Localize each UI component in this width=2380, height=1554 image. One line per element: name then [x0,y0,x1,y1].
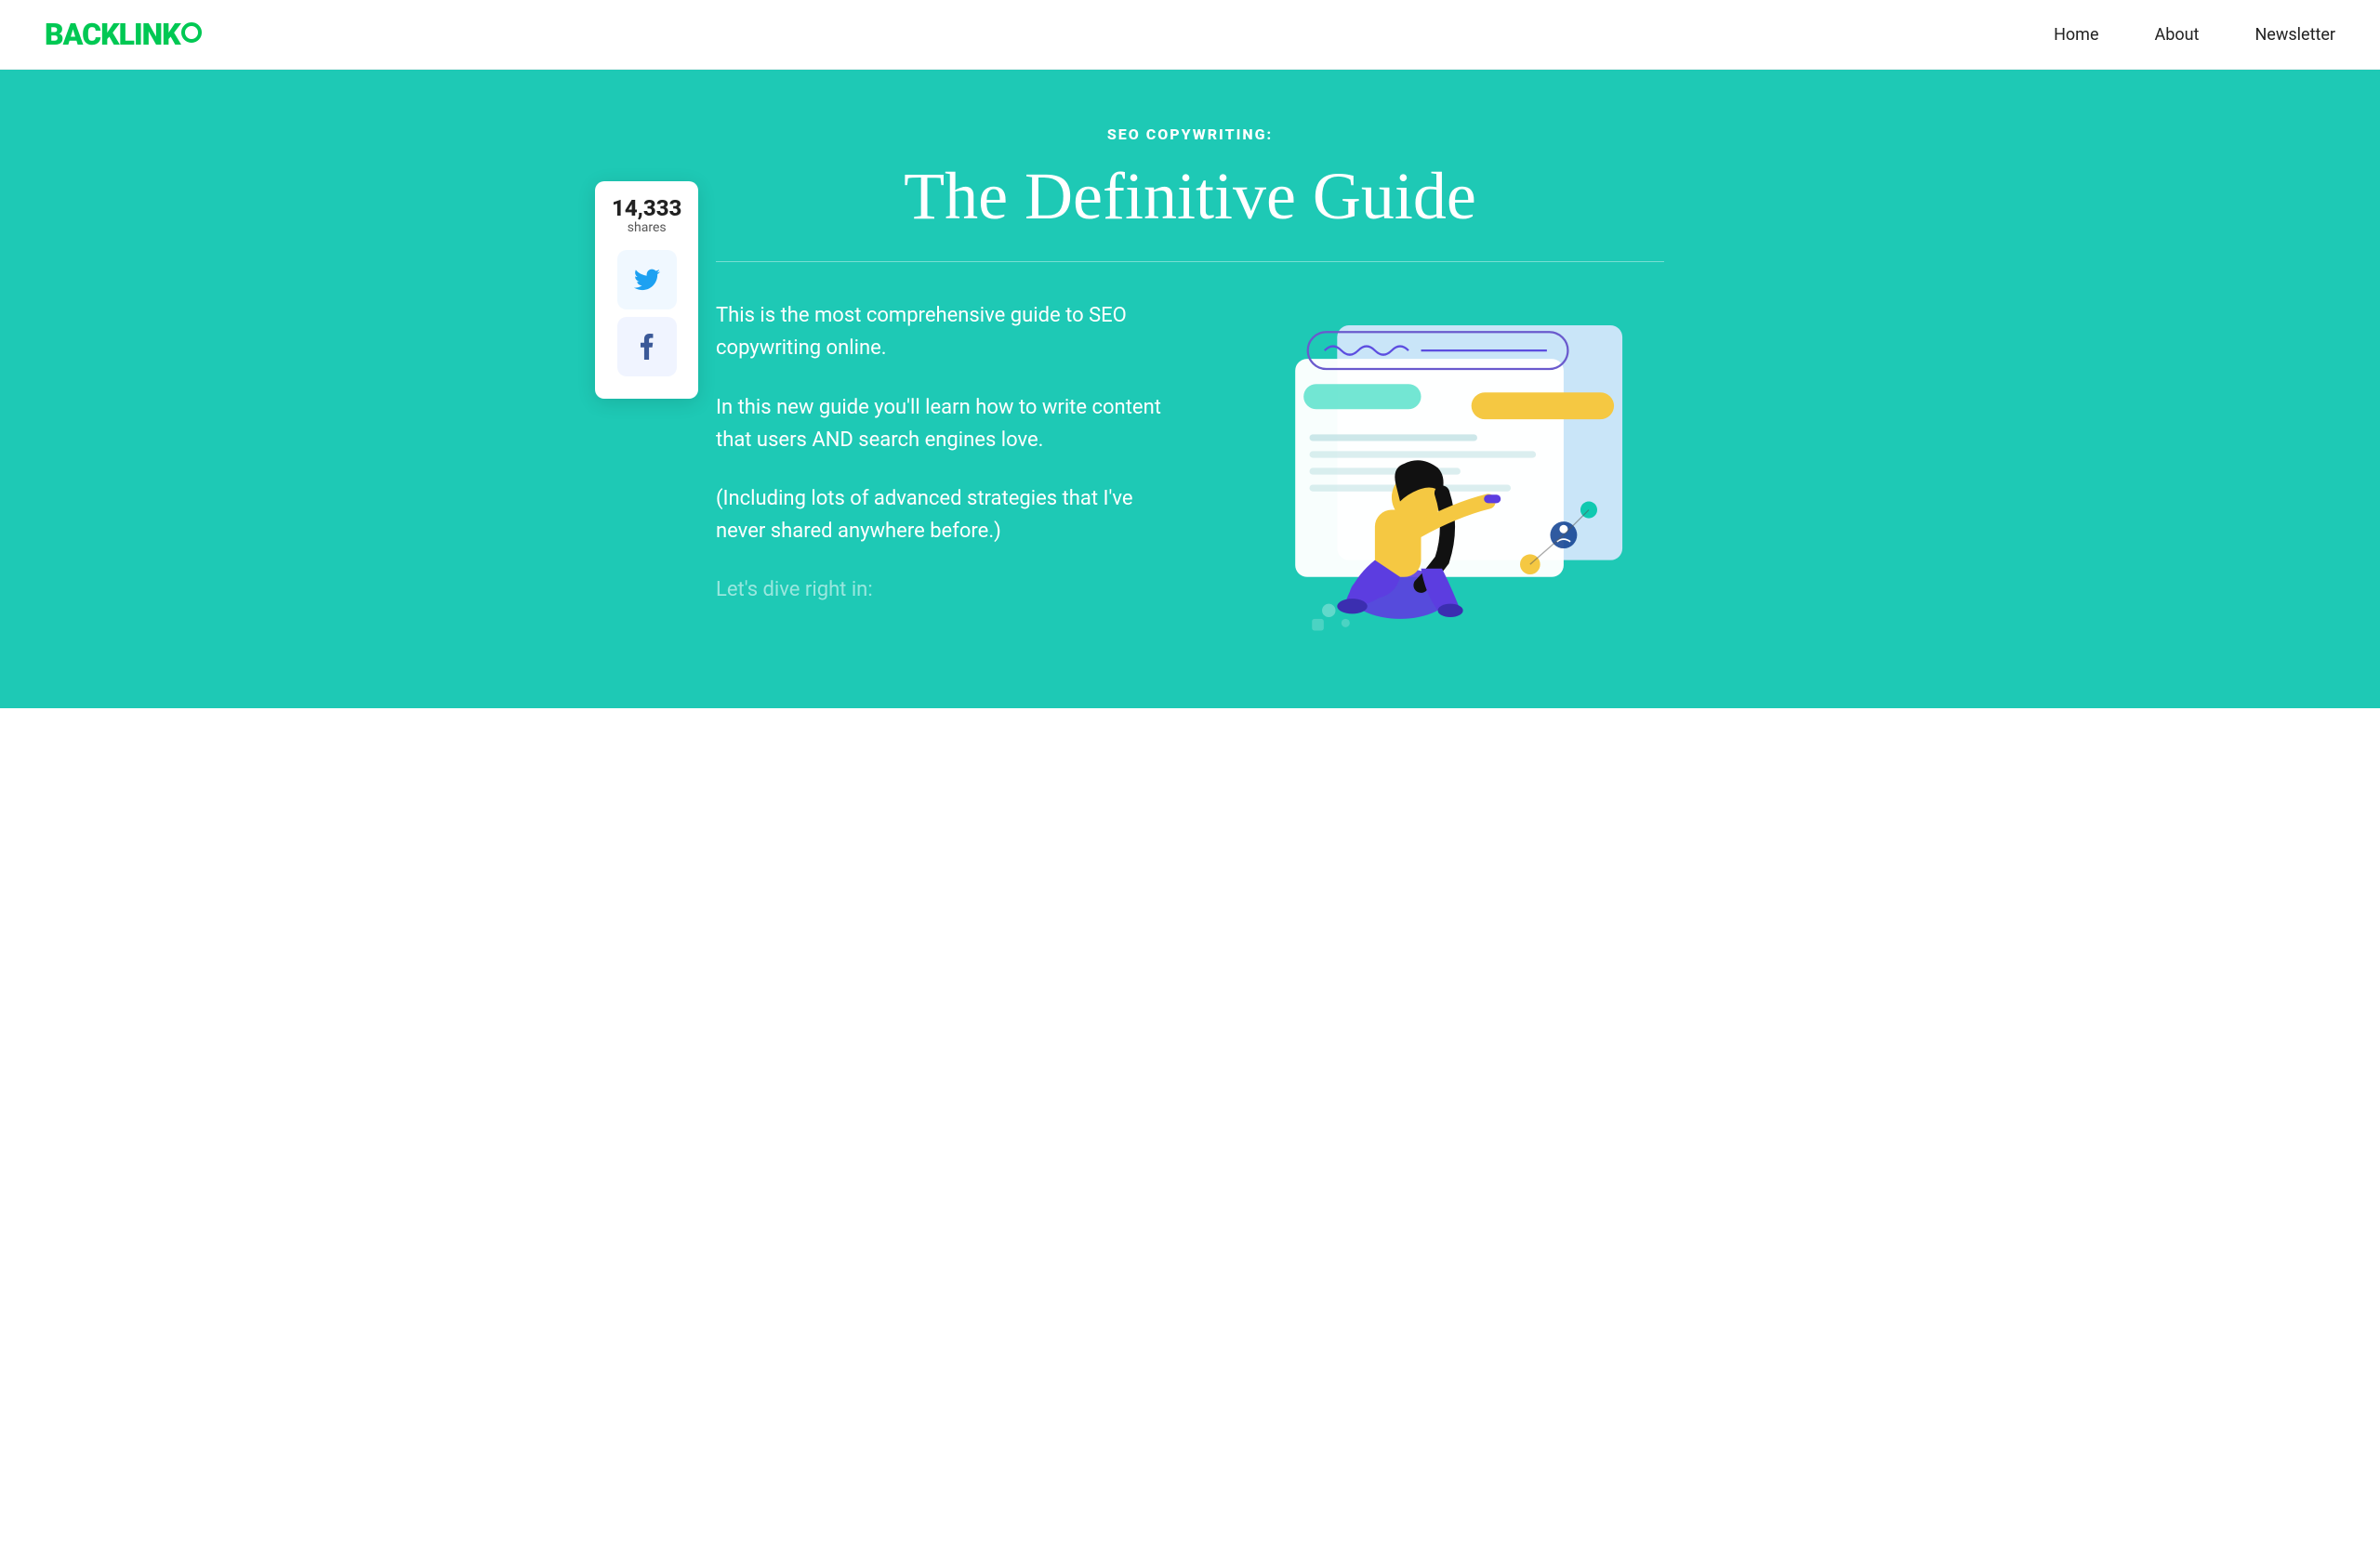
hero-subtitle: SEO COPYWRITING: [716,125,1664,143]
facebook-share-button[interactable] [617,317,677,376]
hero-illustration [1228,299,1664,652]
share-box: 14,333 shares [595,181,698,399]
hero-divider [716,261,1664,262]
hero-para-3: (Including lots of advanced strategies t… [716,482,1171,547]
hero-section: 14,333 shares SEO COPYWRITING: The Defin… [0,70,2380,708]
twitter-share-button[interactable] [617,250,677,309]
facebook-icon [637,334,657,360]
nav-newsletter[interactable]: Newsletter [2254,25,2335,45]
twitter-icon [634,269,660,291]
hero-text-block: This is the most comprehensive guide to … [716,299,1171,632]
share-label: shares [612,220,681,235]
hero-para-1: This is the most comprehensive guide to … [716,299,1171,364]
nav-home[interactable]: Home [2054,25,2098,45]
logo-o-circle [181,22,202,43]
main-nav: Home About Newsletter [2054,25,2335,45]
hero-title: The Definitive Guide [716,160,1664,233]
hero-para-2: In this new guide you'll learn how to wr… [716,391,1171,456]
copywriting-illustration [1228,309,1664,644]
nav-about[interactable]: About [2155,25,2200,45]
logo[interactable]: BACKLINK [45,17,202,52]
share-count: 14,333 [612,196,681,220]
hero-fade-text: Let's dive right in: [716,573,1171,606]
site-header: BACKLINK Home About Newsletter [0,0,2380,70]
logo-text: BACKLINK [45,17,180,52]
